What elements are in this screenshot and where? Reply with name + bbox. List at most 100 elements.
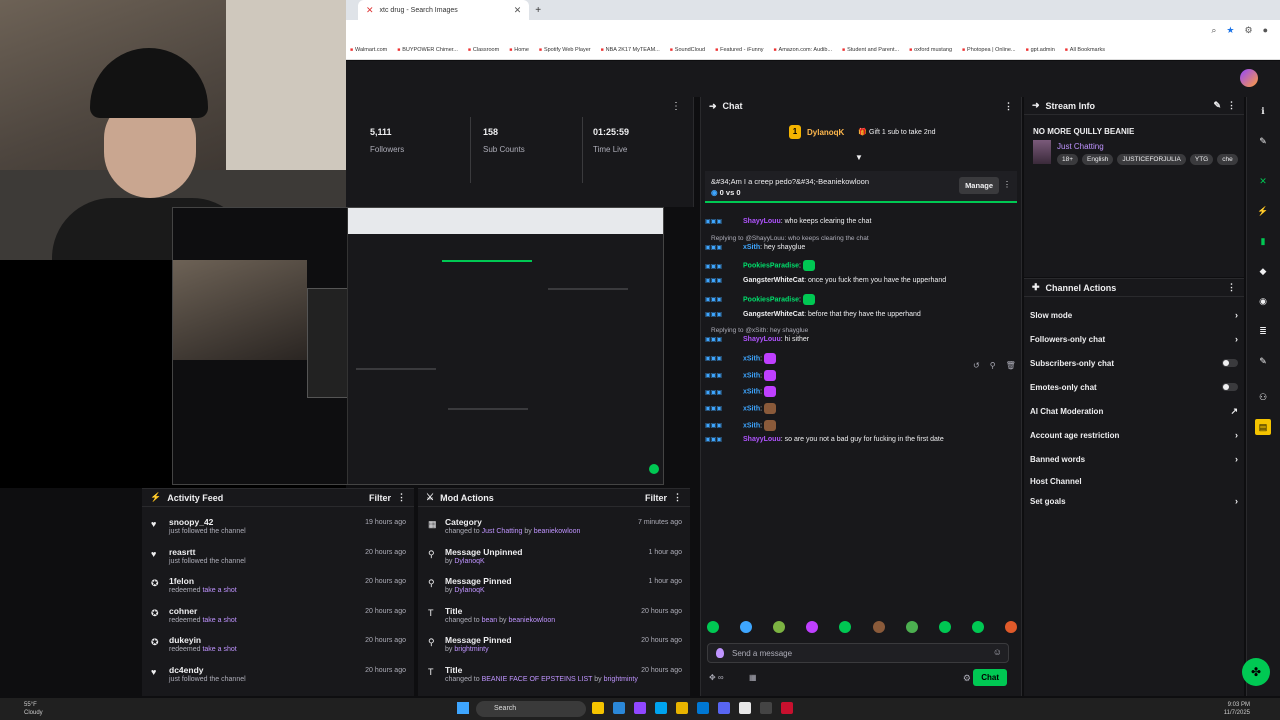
- emote-icon[interactable]: [905, 621, 918, 633]
- chat-message[interactable]: ▣▣▣ xSith: hey shayglue: [705, 244, 805, 251]
- chat-username[interactable]: ShayyLouu: [743, 336, 781, 343]
- chat-username[interactable]: xSith: [743, 405, 760, 412]
- clip-icon[interactable]: ▮: [1255, 233, 1271, 249]
- feed-item[interactable]: ♥ reasrtt just followed the channel 20 hour…: [142, 545, 414, 574]
- chat-username[interactable]: ShayyLouu: [743, 436, 781, 443]
- user-avatar[interactable]: [1240, 69, 1258, 87]
- collapse-icon[interactable]: ▼: [855, 153, 863, 162]
- chat-message[interactable]: ▣▣▣ GangsterWhiteCat: before that they ha…: [705, 311, 921, 318]
- bookmark-item[interactable]: All Bookmarks: [1065, 47, 1105, 53]
- bookmark-item[interactable]: Student and Parent...: [842, 47, 899, 53]
- bits-icon[interactable]: [716, 648, 724, 658]
- chat-message[interactable]: ▣▣▣ GangsterWhiteCat: once you fuck them …: [705, 277, 946, 284]
- emote-picker-icon[interactable]: ☺: [993, 647, 1002, 657]
- more-options-icon[interactable]: ⋮: [673, 492, 682, 503]
- app-icon[interactable]: [781, 702, 793, 714]
- stream-tag[interactable]: YTG: [1189, 154, 1214, 165]
- toggle-switch[interactable]: [1222, 359, 1238, 367]
- chat-username[interactable]: PookiesParadise: [743, 263, 799, 270]
- stream-tag[interactable]: JUSTICEFORJULIA: [1117, 154, 1186, 165]
- bookmark-item[interactable]: oxford mustang: [909, 47, 952, 53]
- emote-icon[interactable]: [806, 621, 819, 633]
- feed-username[interactable]: dc4endy: [169, 665, 204, 675]
- chat-username[interactable]: xSith: [743, 389, 760, 396]
- arrow-right-icon[interactable]: ➜: [709, 101, 717, 112]
- stream-tag[interactable]: English: [1082, 154, 1114, 165]
- bookmark-item[interactable]: BUYPOWER Chimer...: [397, 47, 458, 53]
- mod-action-item[interactable]: ⚲ Message Pinned by brightminty 20 hours ag…: [418, 633, 690, 662]
- chat-username[interactable]: xSith: [743, 355, 760, 362]
- mod-action-item[interactable]: ▦ Category changed to Just Chatting by bea…: [418, 515, 690, 544]
- stream-tag[interactable]: 18+: [1057, 154, 1079, 165]
- channel-action-ai-chat-moderation[interactable]: AI Chat Moderation ↗: [1030, 403, 1238, 419]
- taskbar-search[interactable]: Search: [476, 701, 586, 717]
- toggle-switch[interactable]: [1222, 383, 1238, 391]
- feed-item[interactable]: ✪ 1felon redeemed take a shot 20 hours ago: [142, 574, 414, 603]
- chat-message[interactable]: ▣▣▣ xSith:: [705, 419, 777, 431]
- mod-action-item[interactable]: ⚲ Message Pinned by DylanoqK 1 hour ago: [418, 574, 690, 603]
- bookmark-item[interactable]: Photopea | Online...: [962, 47, 1016, 53]
- chat-username[interactable]: GangsterWhiteCat: [743, 311, 804, 318]
- emote-icon[interactable]: [740, 621, 753, 633]
- folder-icon[interactable]: [676, 702, 688, 714]
- bookmark-item[interactable]: Classroom: [468, 47, 499, 53]
- chat-icon[interactable]: ◆: [1255, 263, 1271, 279]
- calendar-icon[interactable]: ▦: [749, 673, 757, 682]
- store-icon[interactable]: [655, 702, 667, 714]
- bookmark-item[interactable]: Amazon.com: Audib...: [774, 47, 833, 53]
- more-options-icon[interactable]: ⋮: [1227, 282, 1236, 293]
- channel-points-icon[interactable]: ✥ ∞: [709, 673, 724, 682]
- bookmark-item[interactable]: NBA 2K17 MyTEAM...: [601, 47, 660, 53]
- feed-item[interactable]: ♥ snoopy_42 just followed the channel 19 ho…: [142, 515, 414, 544]
- chat-message[interactable]: ▣▣▣ ShayyLouu: who keeps clearing the cha…: [705, 218, 871, 225]
- close-tab-icon[interactable]: ✕: [366, 5, 374, 16]
- feed-item[interactable]: ✪ dukeyin redeemed take a shot 20 hours ago: [142, 633, 414, 662]
- address-bar[interactable]: ⌕ ★ ⚙ ●: [346, 20, 1280, 40]
- more-options-icon[interactable]: ⋮: [1227, 100, 1236, 111]
- channel-action-followers-only-chat[interactable]: Followers-only chat ›: [1030, 331, 1238, 347]
- channel-action-host-channel[interactable]: Host Channel: [1030, 473, 1238, 489]
- channel-action-banned-words[interactable]: Banned words ›: [1030, 451, 1238, 467]
- mod-action-item[interactable]: T Title changed to BEANIE FACE OF EPSTEINS…: [418, 663, 690, 692]
- chat-message[interactable]: ▣▣▣ PookiesParadise:: [705, 260, 815, 272]
- clear-chat-icon[interactable]: ✕: [1255, 173, 1271, 189]
- close-icon[interactable]: ✕: [514, 5, 522, 16]
- filter-button[interactable]: Filter: [369, 493, 391, 503]
- emote-icon[interactable]: [839, 621, 852, 633]
- delete-icon[interactable]: 🗑: [1006, 361, 1016, 370]
- app-icon[interactable]: [697, 702, 709, 714]
- bookmark-item[interactable]: Spotify Web Player: [539, 47, 591, 53]
- emote-icon[interactable]: [971, 621, 984, 633]
- chat-message[interactable]: ▣▣▣ PookiesParadise:: [705, 293, 815, 305]
- mod-action-item[interactable]: T Title changed to bean by beaniekowloon 20…: [418, 604, 690, 633]
- chat-username[interactable]: xSith: [743, 244, 760, 251]
- bookmark-item[interactable]: Walmart.com: [350, 47, 387, 53]
- feed-username[interactable]: cohner: [169, 606, 197, 616]
- system-clock[interactable]: 9:03 PM 11/7/2025: [1224, 701, 1250, 717]
- bookmark-item[interactable]: SoundCloud: [670, 47, 705, 53]
- chat-message[interactable]: ▣▣▣ xSith:: [705, 386, 777, 398]
- channel-action-account-age-restriction[interactable]: Account age restriction ›: [1030, 427, 1238, 443]
- zoom-icon[interactable]: ⌕: [1211, 25, 1216, 36]
- users-icon[interactable]: ⚇: [1255, 389, 1271, 405]
- leader-name[interactable]: DylanoqK: [807, 128, 844, 137]
- emote-icon[interactable]: [872, 621, 885, 633]
- bookmark-item[interactable]: Featured - iFunny: [715, 47, 763, 53]
- feed-item[interactable]: ♥ dc4endy just followed the channel 20 hour…: [142, 663, 414, 692]
- channel-action-slow-mode[interactable]: Slow mode ›: [1030, 307, 1238, 323]
- feed-username[interactable]: reasrtt: [169, 547, 195, 557]
- windows-start-icon[interactable]: [457, 702, 469, 714]
- mod-action-item[interactable]: ⚲ Message Unpinned by DylanoqK 1 hour ago: [418, 545, 690, 574]
- chat-username[interactable]: ShayyLouu: [743, 218, 781, 225]
- feed-username[interactable]: snoopy_42: [169, 517, 213, 527]
- chat-input[interactable]: [708, 644, 1008, 662]
- new-tab-icon[interactable]: +: [535, 5, 541, 16]
- emote-icon[interactable]: [938, 621, 951, 633]
- discord-icon[interactable]: [718, 702, 730, 714]
- chrome-icon[interactable]: [739, 702, 751, 714]
- edge-icon[interactable]: [613, 702, 625, 714]
- chat-username[interactable]: xSith: [743, 422, 760, 429]
- chat-message[interactable]: ▣▣▣ xSith:: [705, 369, 777, 381]
- bookmark-icon[interactable]: ▤: [1255, 419, 1271, 435]
- feed-item[interactable]: ✪ cohner redeemed take a shot 20 hours ago: [142, 604, 414, 633]
